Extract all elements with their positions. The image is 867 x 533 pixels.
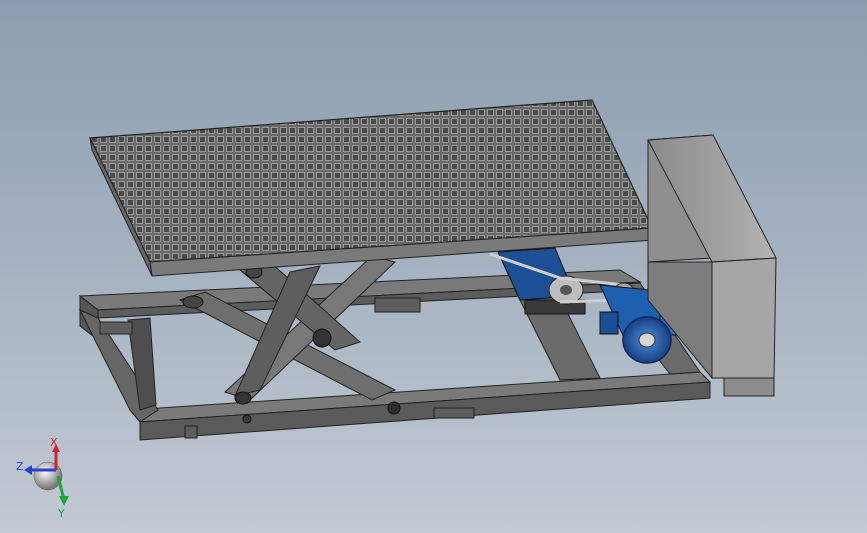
lift-table-model[interactable]: X Z Y — [0, 0, 867, 533]
scissor-arms[interactable] — [178, 255, 397, 405]
x-axis-label: X — [50, 436, 58, 449]
axis-triad: X Z Y — [16, 436, 69, 520]
gear-reducer[interactable] — [497, 247, 586, 315]
grated-platform[interactable] — [89, 99, 655, 277]
y-axis-label: Y — [57, 507, 65, 520]
cad-viewport[interactable]: X Z Y — [0, 0, 867, 533]
z-axis-label: Z — [16, 460, 24, 473]
